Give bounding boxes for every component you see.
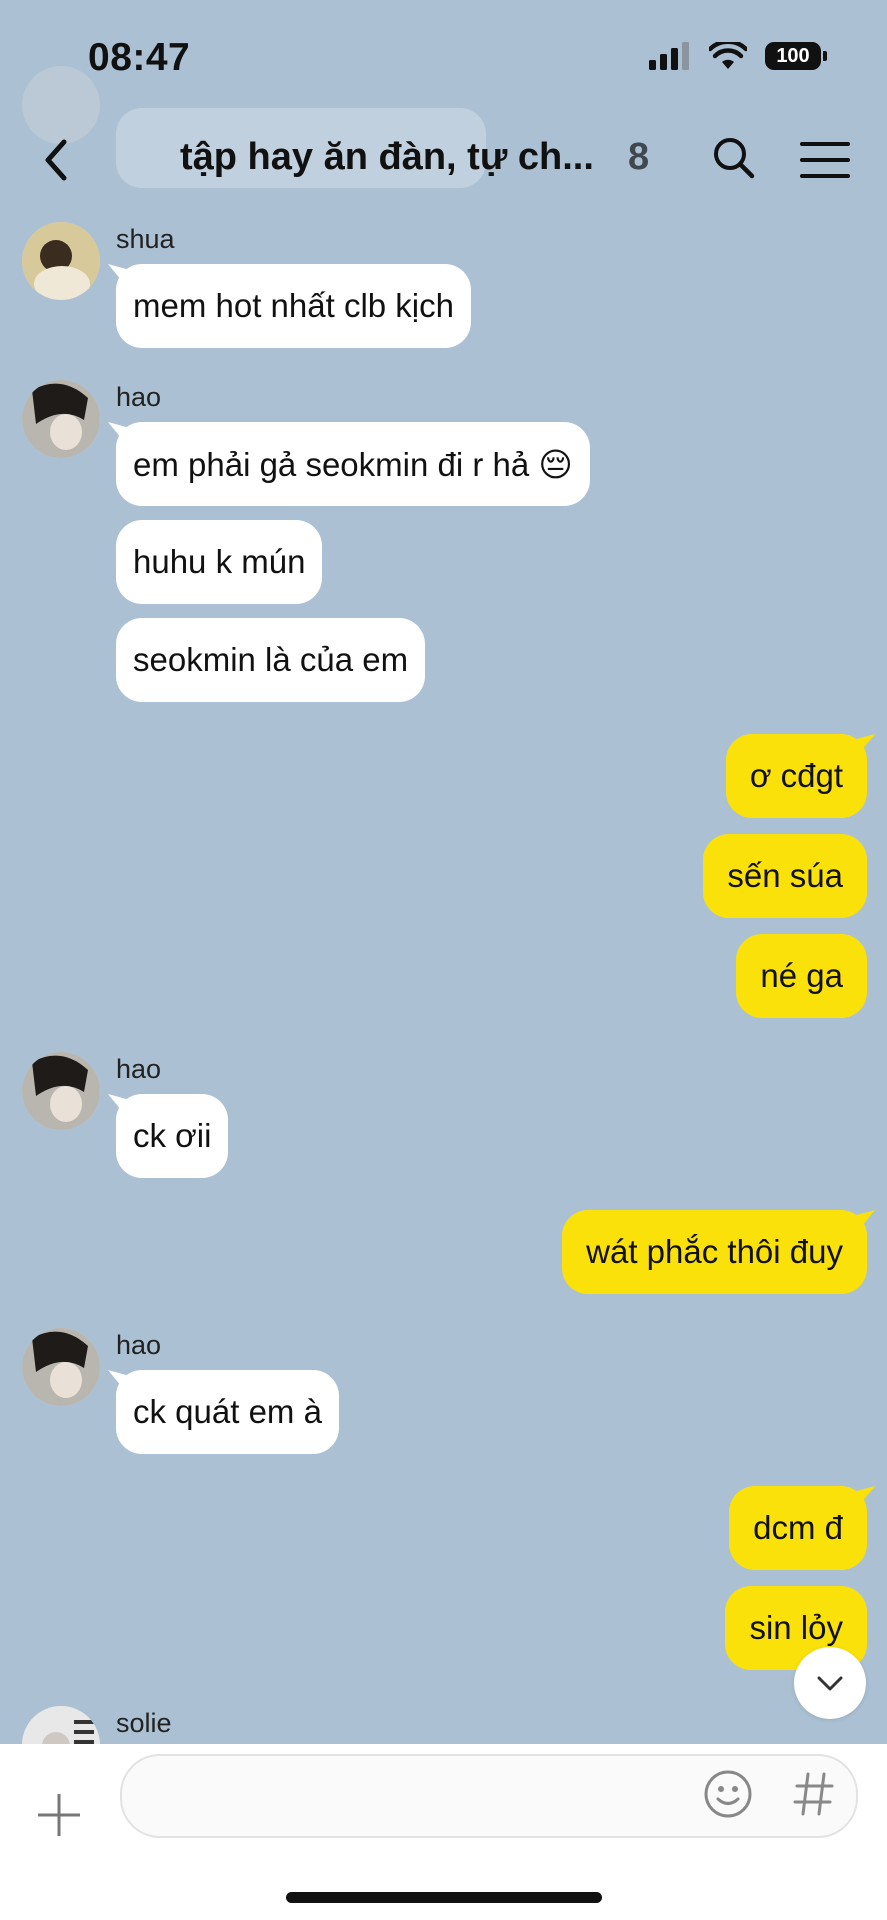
emoji-icon[interactable]: [702, 1768, 754, 1820]
back-icon[interactable]: [30, 130, 80, 190]
search-icon[interactable]: [708, 128, 758, 188]
scroll-to-bottom-button[interactable]: [794, 1647, 866, 1719]
status-icons: 100: [649, 42, 827, 70]
message-bubble[interactable]: ck ơii: [116, 1094, 229, 1178]
menu-icon[interactable]: [798, 130, 852, 190]
sender-name: solie: [116, 1708, 172, 1738]
message-bubble[interactable]: dcm đ: [729, 1486, 867, 1570]
battery-cap: [823, 51, 827, 61]
message-bubble[interactable]: ck quát em à: [116, 1370, 339, 1454]
sender-name: hao: [116, 1330, 162, 1360]
member-count: 8: [628, 136, 650, 178]
wifi-icon: [709, 42, 747, 69]
message-bubble[interactable]: ơ cđgt: [725, 734, 867, 818]
status-time: 08:47: [88, 36, 191, 79]
chevron-down-icon: [817, 1676, 843, 1691]
message-bubble[interactable]: seokmin là của em: [116, 618, 426, 702]
battery-level: 100: [765, 42, 821, 70]
status-bar: 08:47 100: [0, 0, 887, 120]
message-bubble[interactable]: né ga: [736, 934, 867, 1018]
avatar-hao[interactable]: [22, 380, 100, 458]
sender-name: hao: [116, 1054, 162, 1084]
message-bubble[interactable]: sến súa: [703, 834, 867, 918]
message-bubble[interactable]: mem hot nhất clb kịch: [116, 264, 471, 348]
message-bubble[interactable]: huhu k mún: [116, 520, 323, 604]
plus-icon[interactable]: [36, 1792, 82, 1838]
hashtag-icon[interactable]: [792, 1768, 836, 1820]
signal-icon: [649, 42, 689, 70]
avatar-hao[interactable]: [22, 1328, 100, 1406]
message-composer: [0, 1744, 887, 1920]
sender-name: shua: [116, 224, 175, 254]
home-indicator: [286, 1892, 602, 1903]
chat-header: tập hay ăn đàn, tự ch... 8: [0, 120, 887, 200]
sender-name: hao: [116, 382, 162, 412]
message-bubble[interactable]: wát phắc thôi đuy: [562, 1210, 867, 1294]
avatar-hao[interactable]: [22, 1052, 100, 1130]
message-bubble[interactable]: em phải gả seokmin đi r hả 😔: [116, 422, 590, 506]
avatar-shua[interactable]: [22, 222, 100, 300]
chat-title[interactable]: tập hay ăn đàn, tự ch...: [180, 136, 594, 179]
